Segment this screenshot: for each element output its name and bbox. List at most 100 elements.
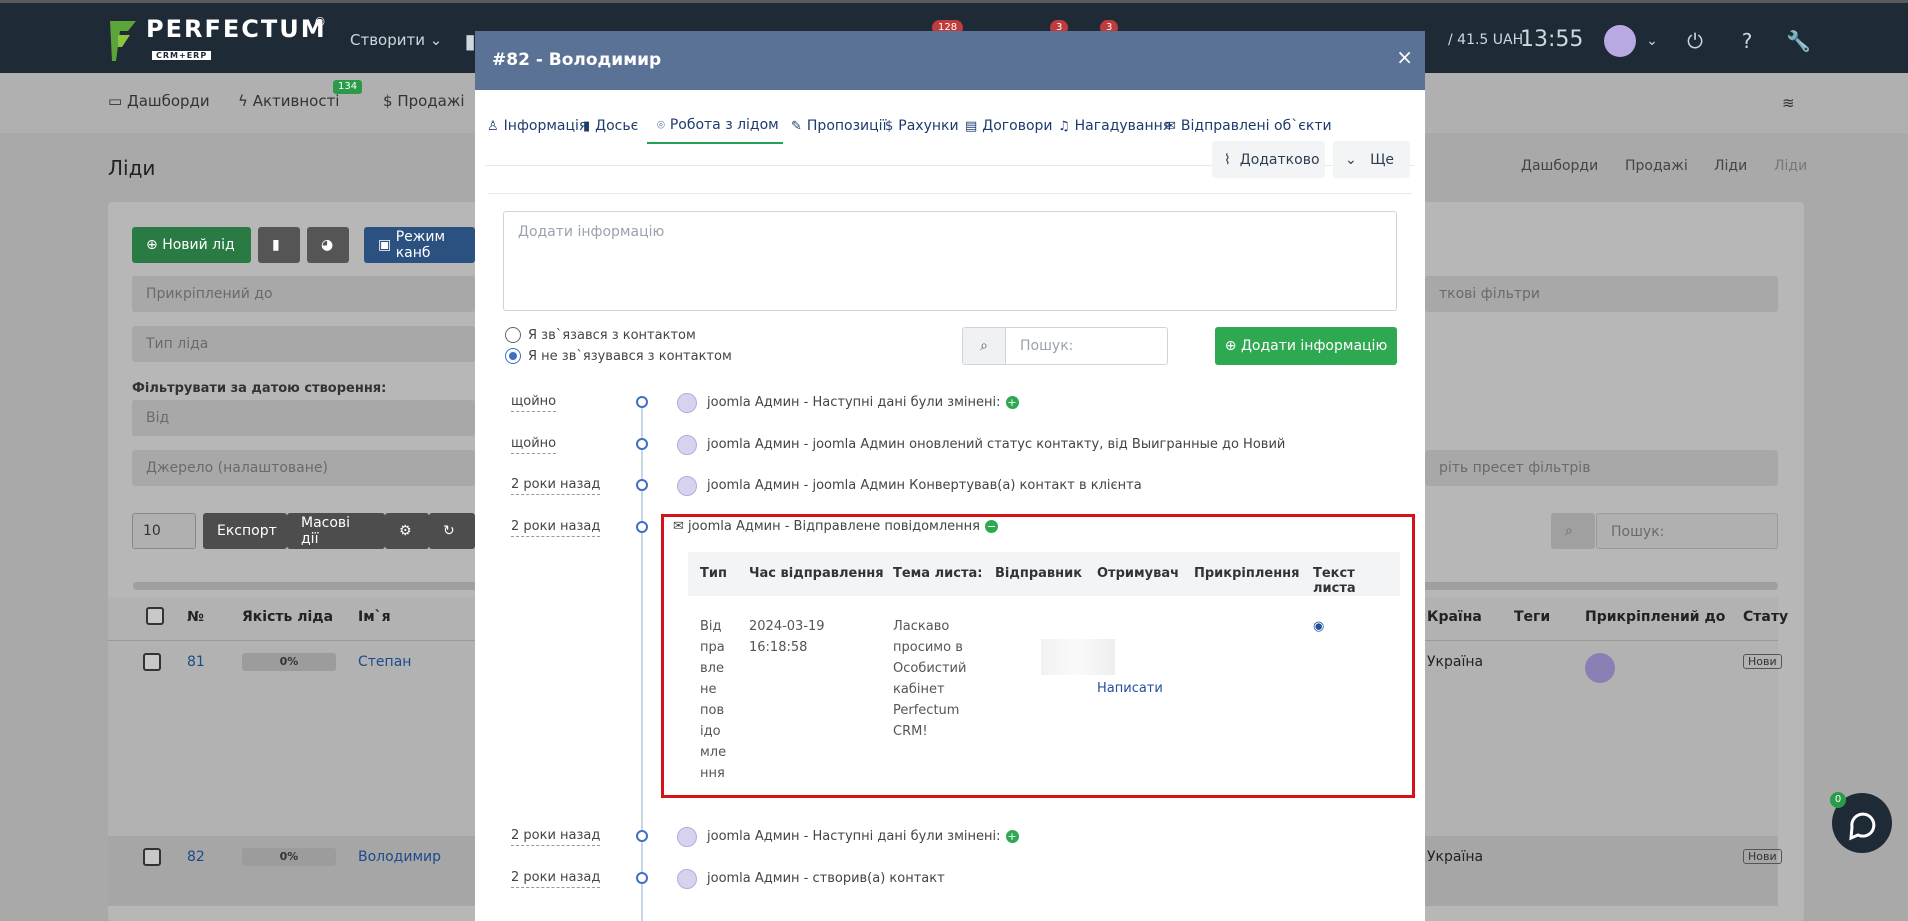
user-avatar[interactable] [1604,25,1636,57]
expand-icon[interactable]: + [1005,830,1019,843]
chevron-down-icon[interactable]: ⌄ [1640,29,1664,53]
contacted-radio[interactable] [505,327,521,343]
wrench-icon[interactable]: 🔧 [1786,29,1811,53]
timeline-dot [636,872,648,884]
power-icon[interactable]: ⏻ [1683,29,1707,53]
timeline-dot [636,396,648,408]
contacted-label[interactable]: Я зв`язався з контактом [528,328,696,343]
create-menu-label: Створити [350,31,425,49]
add-info-button[interactable]: ⊕ Додати інформацію [1215,327,1397,365]
help-icon[interactable]: ? [1735,29,1759,53]
timeline-entry: joomla Админ - Наступні дані були змінен… [707,395,1019,410]
new-lead-button[interactable]: ⊕ Новий лід [132,227,251,263]
row-checkbox[interactable] [143,848,161,866]
col-name[interactable]: Ім`я [358,609,391,625]
extra-filters[interactable]: ткові фільтри [1425,276,1778,312]
nav-item-activities[interactable]: ϟ Активності [238,92,339,110]
lead-id-link[interactable]: 81 [187,654,205,670]
breadcrumb-item[interactable]: Продажі [1625,158,1688,174]
col-quality[interactable]: Якість ліда [242,609,333,625]
source-filter[interactable]: Джерело (налаштоване) [132,450,475,486]
type-line: не [700,682,717,697]
mail-type-cell: Від пра вле не пов ідо мле ння [700,616,726,784]
bulk-actions-button[interactable]: Масові дії [287,513,385,549]
row-checkbox[interactable] [143,653,161,671]
timeline-text: joomla Админ - Наступні дані були змінен… [707,395,1001,410]
timeline-search-input[interactable]: Пошук: [1006,327,1168,365]
breadcrumb-item[interactable]: Ліди [1714,158,1747,174]
divider [488,193,1412,194]
stats-button[interactable]: ▮ [258,227,300,263]
timeline-text: joomla Админ - Наступні дані були змінен… [707,829,1001,844]
tab-sent-objects[interactable]: ✉ Відправлені об`єкти [1165,108,1332,144]
more-button[interactable]: ⌇ Додатково [1212,141,1325,178]
tab-dossier[interactable]: ▮ Досьє [583,108,638,144]
info-textarea[interactable]: Додати інформацію [503,211,1397,311]
subject-line: Особистий [893,661,967,676]
expand-icon[interactable]: + [1005,396,1019,409]
type-line: ння [700,766,725,781]
layers-icon[interactable]: ≋ [1782,94,1795,112]
plus-icon: ⊕ [146,237,158,253]
close-icon[interactable]: × [1396,47,1413,67]
nav-item-label: Активності [252,92,340,110]
lead-type-filter[interactable]: Тип ліда [132,326,475,362]
tab-proposals[interactable]: ✎ Пропозиції [791,108,886,144]
timeline-time: 2 роки назад [511,477,601,495]
attached-to-filter[interactable]: Прикріплений до [132,276,475,312]
col-number[interactable]: № [187,609,204,625]
lead-id-link[interactable]: 82 [187,849,205,865]
not-contacted-radio[interactable] [505,348,521,364]
date-from-input[interactable]: Від [132,400,475,436]
subject-line: Ласкаво [893,619,950,634]
write-link[interactable]: Написати [1097,678,1163,699]
timeline-time: 2 роки назад [511,828,601,846]
attached-user-avatar[interactable] [1585,653,1615,683]
tab-info[interactable]: ♙ Інформація [487,108,587,144]
settings-button[interactable]: ⚙ [385,513,429,549]
create-menu[interactable]: Створити ⌄ [350,31,442,49]
breadcrumb-item[interactable]: Дашборди [1521,158,1598,174]
preset-filter[interactable]: ріть пресет фільтрів [1425,450,1778,486]
timeline-dot [636,830,648,842]
also-button[interactable]: ⌄ Ще [1333,141,1410,178]
refresh-button[interactable]: ↻ [429,513,475,549]
tab-lead-work[interactable]: ⌾ Робота з лідом [647,108,783,144]
status-badge: Нови [1743,849,1782,864]
dollar-icon: $ [885,118,894,134]
kanban-button[interactable]: ▣ Режим канб [364,227,475,263]
nav-item-sales[interactable]: $ Продажі [383,92,465,110]
quality-bar: 0% [242,653,336,671]
logo[interactable]: PERFECTUM CRM+ERP ® [108,15,327,65]
tab-contracts[interactable]: ▤ Договори [965,108,1053,144]
chat-badge: 0 [1830,792,1846,808]
export-button[interactable]: Експорт [203,513,287,549]
mail-col-body: Текст листа [1313,566,1356,596]
nav-item-dashboards[interactable]: ▭ Дашборди [108,92,210,110]
not-contacted-label[interactable]: Я не зв`язувався з контактом [528,349,732,364]
tab-label: Відправлені об`єкти [1180,118,1332,134]
refresh-icon: ↻ [443,523,455,539]
select-all-checkbox[interactable] [146,607,164,625]
mail-icon: ✉ [1165,118,1176,134]
chart-button[interactable]: ◕ [307,227,349,263]
col-status[interactable]: Стату [1743,609,1788,625]
activities-badge: 134 [333,80,363,94]
col-tags[interactable]: Теги [1514,609,1550,625]
timeline-time: 2 роки назад [511,870,601,888]
timeline-text: joomla Админ - Відправлене повідомлення [688,519,980,534]
lead-country: Україна [1427,654,1484,670]
table-search-input[interactable]: Пошук: [1596,513,1778,549]
page-size-select[interactable]: 10 [132,513,196,549]
tab-invoices[interactable]: $ Рахунки [885,108,959,144]
collapse-icon[interactable]: − [984,520,998,533]
search-icon: ⌕ [1551,513,1595,549]
lead-name-link[interactable]: Володимир [358,849,441,865]
lead-name-link[interactable]: Степан [358,654,411,670]
plus-circle-icon: ⊕ [1224,338,1237,354]
tab-reminders[interactable]: ♫ Нагадування [1058,108,1171,144]
eye-icon[interactable]: ◉ [1313,616,1324,637]
col-country[interactable]: Країна [1427,609,1482,625]
tab-label: Нагадування [1074,118,1172,134]
col-attached-to[interactable]: Прикріплений до [1585,609,1725,625]
